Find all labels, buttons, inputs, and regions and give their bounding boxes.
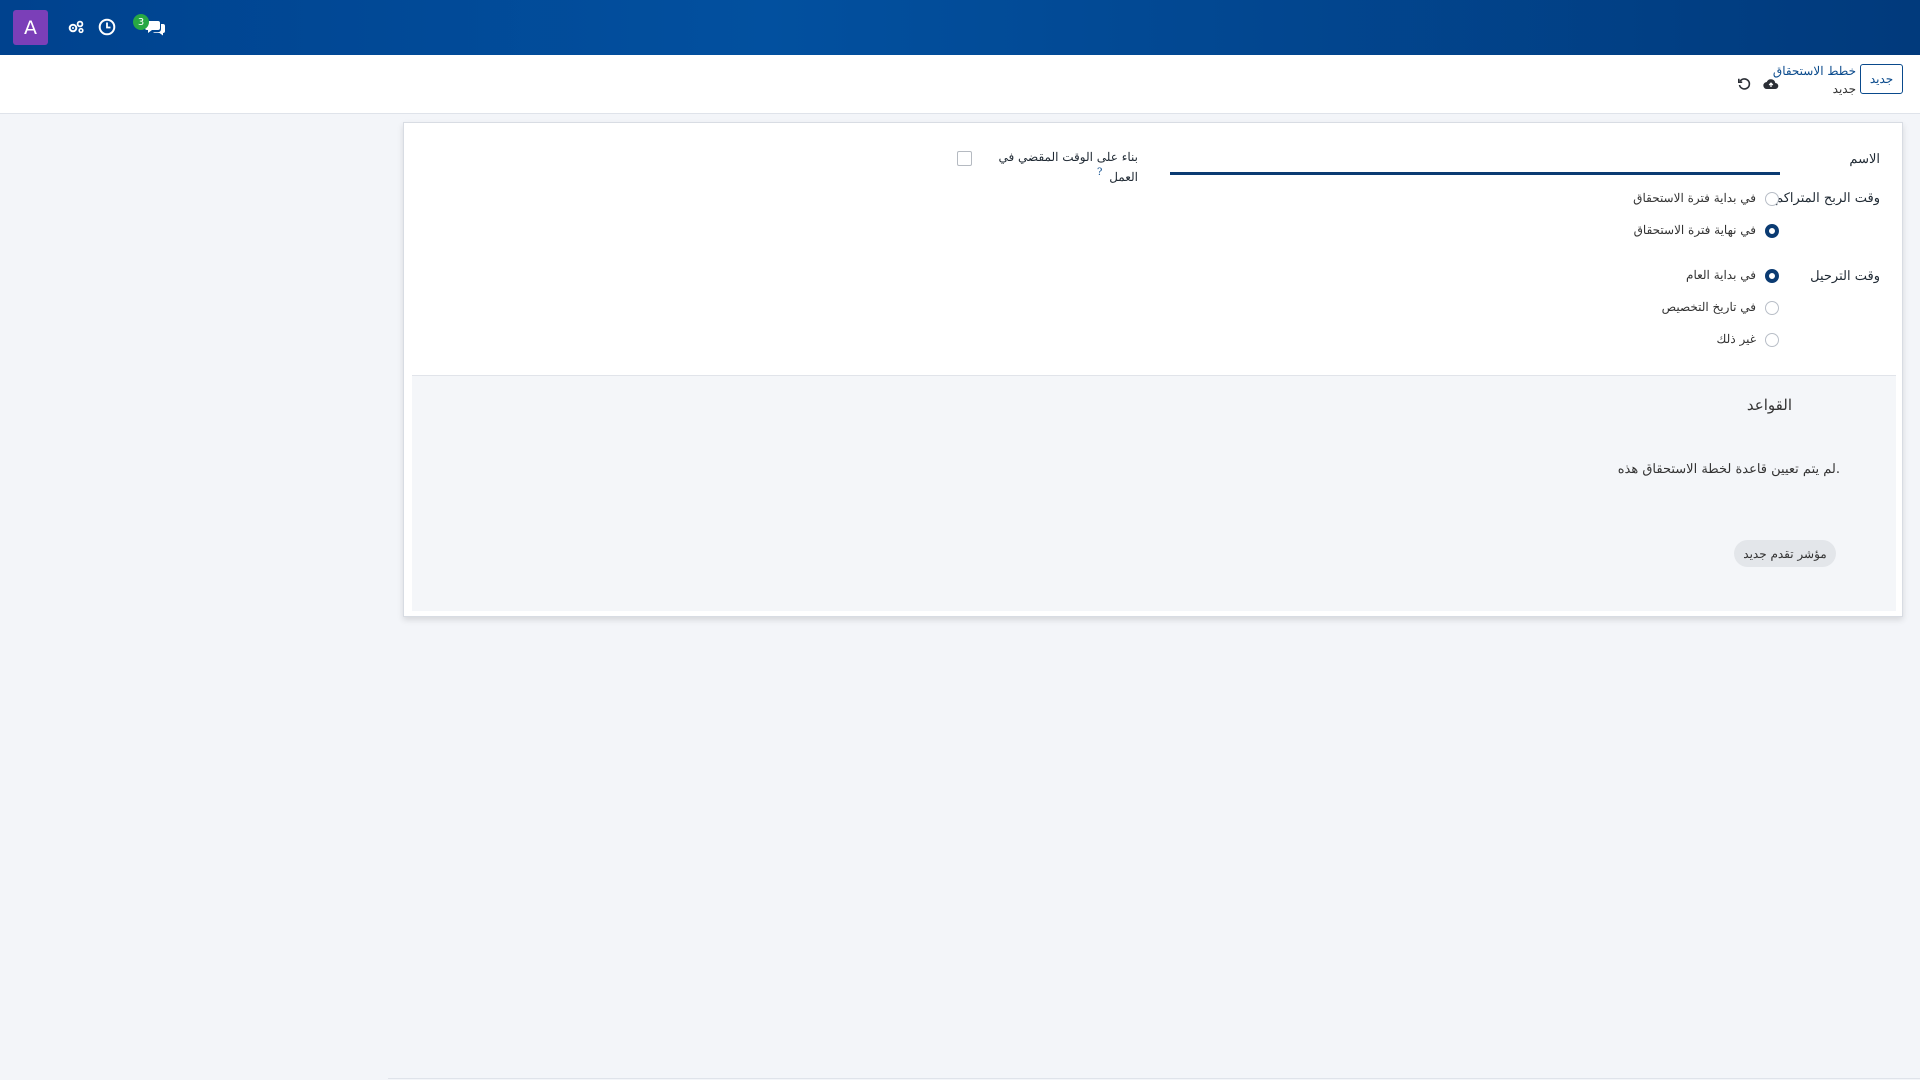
carryover-allocation-radio[interactable]: [1765, 301, 1779, 315]
carryover-other-label: غير ذلك: [1716, 332, 1756, 346]
accrual-gain-end-label: في نهاية فترة الاستحقاق: [1633, 223, 1756, 237]
message-count-badge: 3: [133, 14, 149, 30]
carryover-year-start-radio[interactable]: [1765, 269, 1779, 283]
worked-time-label-line2: العمل: [1109, 170, 1138, 184]
control-panel: جديد خطط الاستحقاق جديد: [0, 55, 1920, 114]
rules-empty-message: لم يتم تعيين قاعدة لخطة الاستحقاق هذه.: [1617, 462, 1840, 477]
carryover-label: وقت الترحيل: [1810, 269, 1880, 284]
worked-time-label-line1: بناء على الوقت المقضي في: [998, 150, 1138, 164]
clock-icon[interactable]: [95, 15, 119, 39]
save-cloud-icon[interactable]: [1762, 75, 1780, 93]
form-sheet: الاسم بناء على الوقت المقضي في العمل ? و…: [403, 122, 1903, 617]
accrual-gain-start-label: في بداية فترة الاستحقاق: [1633, 191, 1756, 205]
accrual-gain-start-radio[interactable]: [1765, 192, 1779, 206]
rules-section: القواعد لم يتم تعيين قاعدة لخطة الاستحقا…: [412, 375, 1896, 611]
name-label: الاسم: [1849, 152, 1880, 167]
name-input[interactable]: [1170, 172, 1780, 175]
accrual-gain-label: وقت الربح المتراكم: [1775, 191, 1880, 206]
new-milestone-button[interactable]: مؤشر تقدم جديد: [1734, 540, 1836, 567]
discard-icon[interactable]: [1735, 75, 1753, 93]
carryover-other-radio[interactable]: [1765, 333, 1779, 347]
breadcrumb-current: جديد: [1832, 82, 1856, 96]
help-tooltip-icon[interactable]: ?: [1097, 167, 1102, 178]
users-settings-icon[interactable]: [64, 15, 88, 39]
accrual-gain-end-radio[interactable]: [1765, 224, 1779, 238]
carryover-year-start-label: في بداية العام: [1686, 268, 1756, 282]
top-navbar: A 3: [0, 0, 1920, 55]
bottom-divider: [388, 1078, 1920, 1079]
rules-title: القواعد: [1746, 396, 1792, 414]
worked-time-checkbox[interactable]: [957, 151, 972, 166]
breadcrumb-parent[interactable]: خطط الاستحقاق: [1773, 64, 1856, 78]
new-record-button[interactable]: جديد: [1860, 64, 1903, 94]
user-avatar[interactable]: A: [13, 10, 48, 45]
carryover-allocation-label: في تاريخ التخصيص: [1661, 300, 1756, 314]
